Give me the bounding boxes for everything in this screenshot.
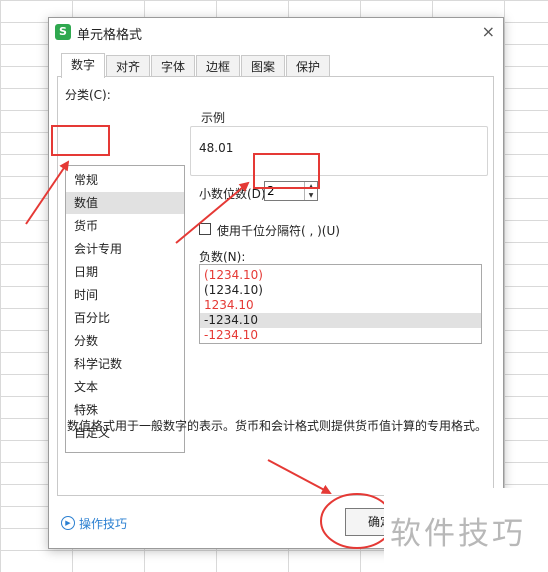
annotation-arrow-ok bbox=[267, 459, 332, 494]
annotation-arrow-category bbox=[25, 160, 70, 225]
annotation-circle-ok bbox=[320, 493, 394, 549]
annotation-arrow-decimal bbox=[175, 181, 250, 244]
watermark: 软件技巧 bbox=[384, 488, 548, 572]
watermark-text: 软件技巧 bbox=[390, 516, 526, 552]
annotation-overlay bbox=[25, 160, 394, 549]
tab-number[interactable]: 数字 bbox=[61, 53, 105, 78]
